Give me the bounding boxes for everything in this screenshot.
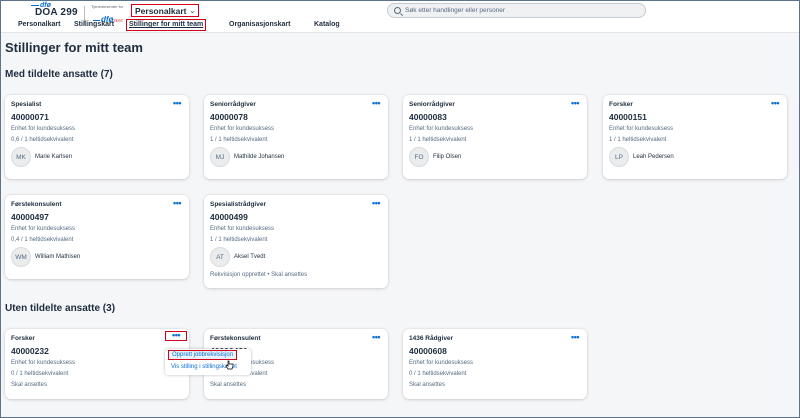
tab-stillingskart[interactable]: Stillingskart — [74, 21, 114, 28]
card-unit: Enhet for kundesuksess — [210, 126, 275, 132]
avatar: MK — [11, 147, 31, 167]
card-role: Forsker — [11, 335, 35, 342]
avatar: AT — [210, 247, 230, 267]
section-title-assigned: Med tildelte ansatte (7) — [5, 69, 113, 80]
app-code: DOA 299 — [35, 7, 78, 18]
card-role: Spesialist — [11, 101, 42, 108]
chevron-down-icon: ⌄ — [189, 7, 196, 15]
card-fte: 1 / 1 heltidsekvivalent — [210, 237, 268, 243]
menu-item-create-requisition[interactable]: Opprett jobbrekvisisjon — [168, 350, 238, 360]
more-icon[interactable]: ••• — [571, 99, 579, 108]
person-name: Mathilde Johansen — [234, 154, 285, 160]
card-position-number: 40000499 — [210, 212, 248, 222]
avatar: WM — [11, 247, 31, 267]
card-fte: 0 / 1 heltidsekvivalent — [11, 371, 69, 377]
more-icon[interactable]: ••• — [372, 333, 380, 342]
more-icon[interactable]: ••• — [173, 99, 181, 108]
card-unit: Enhet for kundesuksess — [409, 126, 474, 132]
avatar: MJ — [210, 147, 230, 167]
position-card[interactable]: Spesialist ••• 40000071 Enhet for kundes… — [5, 95, 189, 179]
tab-organisasjonskart[interactable]: Organisasjonskart — [229, 21, 290, 28]
person-name: Leah Pedersen — [633, 154, 674, 160]
position-card[interactable]: Seniorrådgiver ••• 40000078 Enhet for ku… — [204, 95, 388, 179]
card-fte: 1 / 1 heltidsekvivalent — [210, 137, 268, 143]
card-position-number: 40000083 — [409, 112, 447, 122]
card-person[interactable]: FO Filip Olsen — [409, 147, 461, 167]
context-menu: Opprett jobbrekvisisjon Vis stilling i s… — [165, 349, 251, 375]
search-placeholder: Søk etter handlinger eller personer — [405, 7, 506, 14]
card-position-number: 40000151 — [609, 112, 647, 122]
logo2-small-text: Tjenestesenter for — [91, 4, 124, 9]
card-role: Seniorrådgiver — [210, 101, 256, 108]
position-card[interactable]: Seniorrådgiver ••• 40000083 Enhet for ku… — [403, 95, 587, 179]
card-position-number: 40000497 — [11, 212, 49, 222]
card-fte: 0,6 / 1 helt­idsekvivalent — [11, 137, 74, 143]
person-name: Filip Olsen — [433, 154, 462, 160]
position-card[interactable]: Spesialistrådgiver ••• 40000499 Enhet fo… — [204, 195, 388, 288]
tab-katalog[interactable]: Katalog — [314, 21, 340, 28]
position-card[interactable]: Forsker ••• 40000151 Enhet for kundesuks… — [603, 95, 787, 179]
card-unit: Enhet for kundesuksess — [11, 360, 76, 366]
card-fte: 1 / 1 heltidsekvivalent — [609, 137, 667, 143]
card-status: Skal ansettes — [210, 382, 247, 388]
card-fte: 1 / 1 heltidsekvivalent — [409, 137, 467, 143]
card-role: Forsker — [609, 101, 633, 108]
card-role: 1436 Rådgiver — [409, 335, 454, 342]
person-name: Aksel Tvedt — [234, 254, 266, 260]
card-person[interactable]: AT Aksel Tvedt — [210, 247, 265, 267]
app-menu-label: Personalkart — [135, 5, 187, 16]
card-unit: Enhet for kundesuksess — [210, 226, 275, 232]
hand-cursor-icon — [225, 360, 234, 370]
app-menu-button[interactable]: Personalkart ⌄ — [131, 4, 200, 17]
tab-personalkart[interactable]: Personalkart — [18, 21, 60, 28]
nav-tabs: Personalkart Stillingskart Stillinger fo… — [1, 18, 799, 33]
more-icon[interactable]: ••• — [571, 333, 579, 342]
card-status: Skal ansettes — [409, 382, 446, 388]
card-position-number: 40000078 — [210, 112, 248, 122]
card-position-number: 40000232 — [11, 346, 49, 356]
card-unit: Enhet for kundesuksess — [409, 360, 474, 366]
card-position-number: 40000071 — [11, 112, 49, 122]
person-name: William Mathisen — [35, 254, 81, 260]
section-title-unassigned: Uten tildelte ansatte (3) — [5, 303, 116, 314]
card-person[interactable]: WM William Mathisen — [11, 247, 80, 267]
card-role: Førstekonsulent — [11, 201, 62, 208]
position-card[interactable]: Forsker ••• 40000232 Enhet for kundesuks… — [5, 329, 189, 399]
card-person[interactable]: MJ Mathilde Johansen — [210, 147, 284, 167]
card-person[interactable]: LP Leah Pedersen — [609, 147, 674, 167]
card-fte: 0,4 / 1 heltidsekvivalent — [11, 237, 74, 243]
page-title: Stillinger for mitt team — [5, 40, 143, 55]
more-icon[interactable]: ••• — [771, 99, 779, 108]
card-unit: Enhet for kundesuksess — [11, 126, 76, 132]
position-card[interactable]: Førstekonsulent ••• 40000497 Enhet for k… — [5, 195, 189, 279]
card-role: Seniorrådgiver — [409, 101, 455, 108]
search-icon — [394, 7, 401, 14]
more-icon[interactable]: ••• — [372, 99, 380, 108]
avatar: FO — [409, 147, 429, 167]
more-icon[interactable]: ••• — [372, 199, 380, 208]
card-role: Spesialistrådgiver — [210, 201, 266, 208]
card-fte: 0 / 1 heltidsekvivalent — [409, 371, 467, 377]
search-input[interactable]: Søk etter handlinger eller personer — [387, 3, 646, 18]
card-position-number: 40000608 — [409, 346, 447, 356]
person-name: Marie Karlsen — [35, 154, 73, 160]
more-icon[interactable]: ••• — [165, 331, 187, 341]
card-status: Skal ansettes — [11, 382, 48, 388]
card-unit: Enhet for kundesuksess — [11, 226, 76, 232]
card-person[interactable]: MK Marie Karlsen — [11, 147, 72, 167]
position-card[interactable]: 1436 Rådgiver ••• 40000608 Enhet for kun… — [403, 329, 587, 399]
more-icon[interactable]: ••• — [173, 199, 181, 208]
tab-stillinger-for-mitt-team[interactable]: Stillinger for mitt team — [126, 19, 207, 31]
card-role: Førstekonsulent — [210, 335, 261, 342]
card-status: Rekvisisjon opprettet • Skal ansettes — [210, 272, 308, 278]
avatar: LP — [609, 147, 629, 167]
card-unit: Enhet for kundesuksess — [609, 126, 674, 132]
